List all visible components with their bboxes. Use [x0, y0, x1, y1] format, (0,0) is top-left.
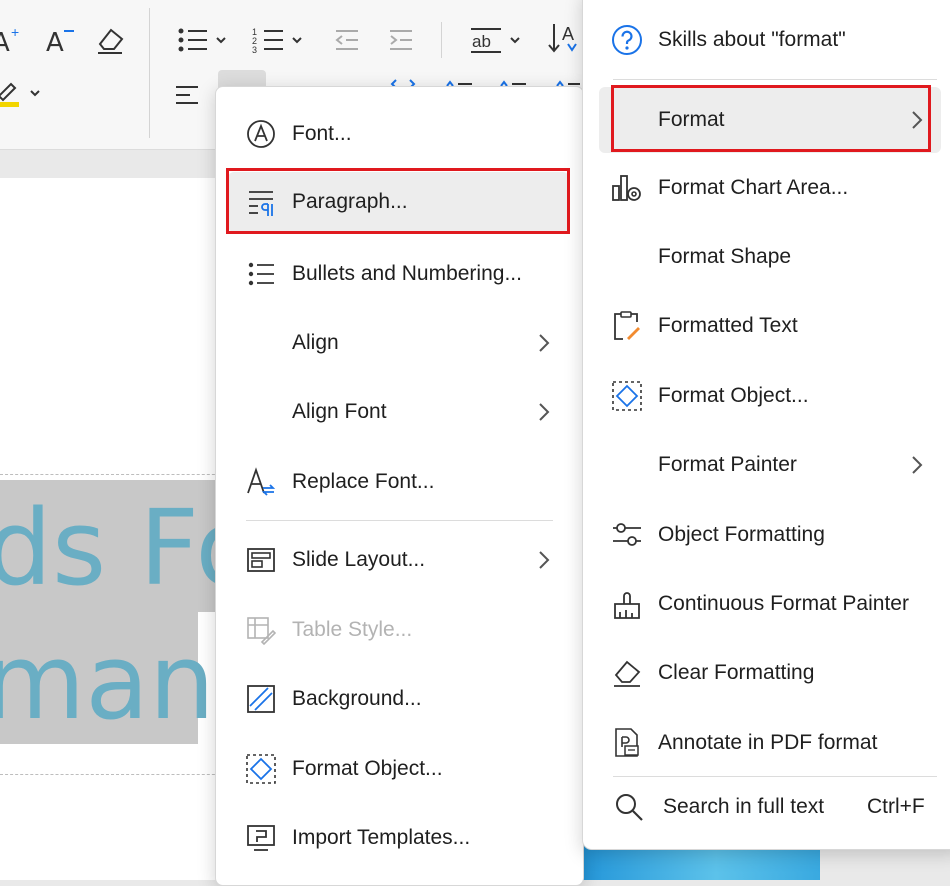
menu-item-import-templates[interactable]: Import Templates... [216, 808, 583, 868]
menu-item-label: Format Painter [658, 453, 797, 476]
skill-item-format-object[interactable]: Format Object... [583, 366, 950, 426]
menu-item-label: Format Object... [292, 757, 443, 780]
skills-panel: Skills about "format" Format Format Char… [582, 0, 950, 850]
menu-item-label: Format Chart Area... [658, 176, 849, 199]
formatted-text-icon [611, 310, 643, 342]
svg-text:3: 3 [252, 45, 257, 55]
skill-item-clear-formatting[interactable]: Clear Formatting [583, 643, 950, 703]
menu-item-label: Continuous Format Painter [658, 592, 909, 615]
svg-text:+: + [11, 24, 19, 40]
menu-divider [613, 79, 937, 80]
skill-item-continuous-format-painter[interactable]: Continuous Format Painter [583, 574, 950, 634]
chevron-right-icon [539, 551, 550, 569]
skill-item-formatted-text[interactable]: Formatted Text [583, 296, 950, 356]
context-menu: Font... Paragraph... Bullets and Numberi… [215, 86, 584, 886]
menu-item-label: Slide Layout... [292, 548, 426, 571]
paragraph-icon [245, 186, 277, 218]
search-icon [613, 791, 645, 823]
increase-indent-icon[interactable] [384, 22, 418, 58]
menu-item-label: Align [292, 331, 339, 354]
skills-header-label: Skills about "format" [658, 28, 846, 51]
menu-item-bullets-numbering[interactable]: Bullets and Numbering... [216, 244, 583, 304]
background-icon [245, 683, 277, 715]
align-left-icon[interactable] [172, 78, 202, 112]
text-direction-dropdown-icon[interactable]: ab [466, 22, 526, 58]
help-circle-icon [611, 24, 643, 56]
menu-item-replace-font[interactable]: Replace Font... [216, 452, 583, 512]
skill-item-format-painter[interactable]: Format Painter [583, 435, 950, 495]
menu-item-align[interactable]: Align [216, 313, 583, 373]
sort-icon[interactable]: A [544, 18, 584, 58]
highlight-color-icon[interactable] [0, 76, 46, 110]
menu-item-label: Replace Font... [292, 470, 435, 493]
chart-area-icon [611, 172, 643, 204]
menu-item-background[interactable]: Background... [216, 669, 583, 729]
textbox-border [0, 774, 230, 775]
svg-text:A: A [562, 24, 574, 44]
chevron-right-icon [539, 403, 550, 421]
chevron-right-icon [912, 111, 923, 129]
object-formatting-icon [611, 519, 643, 551]
menu-item-label: Annotate in PDF format [658, 731, 878, 754]
replace-font-icon [245, 466, 277, 498]
skill-item-object-formatting[interactable]: Object Formatting [583, 505, 950, 565]
svg-text:ab: ab [472, 32, 491, 51]
format-painter-icon [611, 588, 643, 620]
bullets-dropdown-icon[interactable] [174, 22, 232, 58]
menu-item-label: Paragraph... [292, 190, 408, 213]
ribbon-divider [441, 22, 442, 58]
menu-item-label: Format [658, 108, 725, 131]
decrease-font-size-icon[interactable]: A [44, 22, 78, 58]
eraser-icon [611, 657, 643, 689]
menu-item-label: Bullets and Numbering... [292, 262, 522, 285]
bullets-list-icon [245, 258, 277, 290]
import-templates-icon [245, 822, 277, 854]
search-full-text[interactable]: Search in full text Ctrl+F [583, 777, 950, 837]
chevron-right-icon [539, 334, 550, 352]
menu-item-label: Formatted Text [658, 314, 798, 337]
numbering-dropdown-icon[interactable]: 123 [250, 22, 308, 58]
menu-item-label: Format Object... [658, 384, 809, 407]
font-circle-icon [245, 118, 277, 150]
skill-item-format-chart-area[interactable]: Format Chart Area... [583, 158, 950, 218]
menu-item-label: Format Shape [658, 245, 792, 268]
menu-item-label: Clear Formatting [658, 661, 815, 684]
menu-divider [246, 520, 553, 521]
textbox-border [0, 474, 230, 475]
skill-item-format[interactable]: Format [599, 87, 941, 153]
ribbon-divider [149, 8, 150, 138]
menu-item-format-object[interactable]: Format Object... [216, 739, 583, 799]
chevron-right-icon [912, 456, 923, 474]
search-label: Search in full text [663, 795, 825, 818]
format-object-icon [611, 380, 643, 412]
decrease-indent-icon[interactable] [330, 22, 364, 58]
table-style-icon [245, 614, 277, 646]
format-object-icon [245, 753, 277, 785]
menu-item-label: Background... [292, 687, 422, 710]
menu-item-slide-layout[interactable]: Slide Layout... [216, 530, 583, 590]
menu-item-label: Align Font [292, 400, 387, 423]
skills-header: Skills about "format" [583, 10, 950, 70]
menu-item-label: Font... [292, 122, 352, 145]
menu-item-align-font[interactable]: Align Font [216, 382, 583, 442]
menu-item-label: Object Formatting [658, 523, 825, 546]
increase-font-size-icon[interactable]: A + [0, 22, 26, 58]
clear-format-eraser-icon[interactable] [92, 22, 128, 58]
slide-title-line-2[interactable]: man [0, 630, 215, 734]
menu-item-table-style: Table Style... [216, 600, 583, 660]
menu-item-font[interactable]: Font... [216, 104, 583, 164]
menu-item-label: Import Templates... [292, 826, 471, 849]
search-shortcut: Ctrl+F [867, 795, 925, 818]
menu-item-paragraph[interactable]: Paragraph... [228, 172, 569, 232]
skill-item-format-shape[interactable]: Format Shape [583, 227, 950, 287]
svg-text:A: A [0, 28, 10, 57]
pdf-annotate-icon [611, 727, 643, 759]
skill-item-annotate-pdf[interactable]: Annotate in PDF format [583, 713, 950, 773]
menu-item-label: Table Style... [292, 618, 413, 641]
slide-layout-icon [245, 544, 277, 576]
svg-text:A: A [46, 28, 64, 57]
